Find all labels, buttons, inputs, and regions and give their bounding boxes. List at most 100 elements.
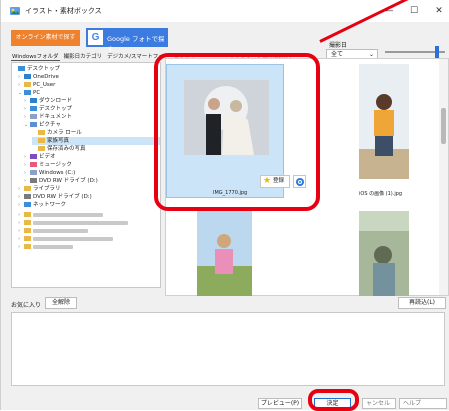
preview-button[interactable]: プレビュー(P) (258, 398, 302, 409)
window-title: イラスト・素材ボックス (25, 7, 102, 15)
tree-item[interactable]: 家族写真 (32, 137, 160, 145)
favorites-area[interactable] (11, 312, 445, 386)
folder-icon (30, 170, 37, 175)
folder-icon (38, 130, 45, 135)
folder-icon (24, 74, 31, 79)
shooting-date-label: 撮影日 (329, 42, 348, 49)
folder-icon (30, 114, 37, 119)
folder-icon (30, 98, 37, 103)
tree-item[interactable]: › Windows (C:) (24, 169, 160, 177)
tree-item-label: ドキュメント (39, 114, 73, 120)
help-button[interactable]: ヘルプ (399, 398, 447, 409)
thumbnail-caption: iOS の画像 (1).jpg (359, 191, 403, 197)
folder-icon (30, 154, 37, 159)
tree-item-label: 保存済みの写真 (47, 146, 86, 152)
thumbnail-child-grass[interactable] (359, 211, 409, 296)
folder-icon (30, 178, 37, 183)
cancel-button[interactable]: ャンセル (362, 398, 396, 409)
tree-item-label: OneDrive (33, 74, 59, 80)
folder-icon (30, 162, 37, 167)
redacted-label (33, 212, 103, 217)
tree-item[interactable]: デスクトップ (12, 65, 160, 73)
tree-item-label: デスクトップ (39, 106, 73, 112)
callout-highlight-thumbnail (154, 53, 320, 211)
folder-icon (24, 236, 31, 241)
redacted-label (33, 244, 73, 249)
tree-item-label: カメラ ロール (47, 130, 82, 136)
callout-highlight-confirm (308, 389, 359, 411)
folder-icon (24, 220, 31, 225)
google-photos-button[interactable]: G Google フォトで探す (86, 28, 168, 53)
tree-item-label: 家族写真 (47, 138, 70, 144)
tab-1[interactable]: 撮影日カテゴリ (63, 52, 104, 60)
maximize-button[interactable]: ☐ (406, 4, 422, 18)
folder-icon (24, 202, 31, 207)
clear-all-button[interactable]: 全解除 (45, 297, 77, 309)
tree-item[interactable]: › デスクトップ (24, 105, 160, 113)
slider-handle[interactable] (435, 46, 439, 58)
tree-item-label: ミュージック (39, 162, 72, 168)
tree-item[interactable]: 保存済みの写真 (32, 145, 160, 153)
tree-item[interactable]: › PC_User (18, 81, 160, 89)
redacted-label (33, 236, 113, 241)
google-photos-label: Google フォトで探す (107, 35, 165, 53)
tree-item[interactable]: › ライブラリ (18, 185, 160, 193)
folder-icon (24, 82, 31, 87)
tree-item-label: PC (33, 90, 41, 96)
tree-item[interactable]: カメラ ロール (32, 129, 160, 137)
tree-item-label: Windows (C:) (39, 170, 76, 176)
grid-scrollbar[interactable] (439, 59, 448, 295)
redacted-label (33, 228, 88, 233)
tree-item-label: ライブラリ (33, 186, 61, 192)
tree-item[interactable]: › ネットワーク (18, 201, 160, 209)
favorites-label: お気に入り (11, 302, 42, 309)
folder-icon (24, 186, 31, 191)
tree-item[interactable]: › OneDrive (18, 73, 160, 81)
shooting-date-value: 全て (331, 51, 344, 58)
folder-icon (24, 228, 31, 233)
folder-icon (24, 244, 31, 249)
google-logo-icon: G (88, 30, 103, 45)
thumbnail-girl-park[interactable] (197, 211, 252, 296)
tree-item-label: ピクチャ (39, 122, 61, 128)
app-icon (10, 7, 20, 15)
folder-icon (24, 212, 31, 217)
tree-item[interactable]: ⌄ PC (18, 89, 160, 97)
tree-item-redacted[interactable]: › (18, 243, 73, 251)
folder-icon (30, 122, 37, 127)
tab-0[interactable]: Windowsフォルダ (11, 52, 60, 61)
tree-item[interactable]: › DVD RW ドライブ (D:) (18, 193, 160, 201)
folder-icon (38, 138, 45, 143)
tree-item[interactable]: › ドキュメント (24, 113, 160, 121)
tree-item-label: ビデオ (39, 154, 56, 160)
tree-item-redacted[interactable]: › (18, 211, 103, 219)
tree-item-redacted[interactable]: › (18, 219, 128, 227)
online-search-button[interactable]: オンライン素材で探す (11, 30, 80, 46)
redacted-label (33, 220, 128, 225)
tree-item-redacted[interactable]: › (18, 235, 113, 243)
thumbnail-ios-image[interactable] (359, 64, 409, 179)
tree-item-label: ネットワーク (33, 202, 67, 208)
folder-icon (24, 90, 31, 95)
tree-item-label: DVD RW ドライブ (D:) (39, 178, 98, 184)
tree-item-label: DVD RW ドライブ (D:) (33, 194, 92, 200)
tree-item-label: ダウンロード (39, 98, 73, 104)
folder-icon (18, 66, 25, 71)
app-window: イラスト・素材ボックス — ☐ ✕ オンライン素材で探す G Google フォ… (0, 0, 449, 411)
tree-item-label: PC_User (33, 82, 56, 88)
tree-item[interactable]: › ミュージック (24, 161, 160, 169)
folder-tree[interactable]: デスクトップ › OneDrive › PC_User ⌄ PC › ダウンロード › デスクトップ… (11, 62, 161, 288)
folder-icon (24, 194, 31, 199)
grid-scrollbar-thumb[interactable] (441, 108, 446, 144)
tree-item[interactable]: › ビデオ (24, 153, 160, 161)
tree-item-label: デスクトップ (27, 66, 61, 72)
tree-item[interactable]: ⌄ ピクチャ (24, 121, 160, 129)
source-tabs: Windowsフォルダ 撮影日カテゴリ デジカメ/スマートフォ (11, 52, 168, 61)
tree-item-redacted[interactable]: › (18, 227, 88, 235)
tree-item[interactable]: › ダウンロード (24, 97, 160, 105)
reload-button[interactable]: 再読込(L) (398, 297, 446, 309)
folder-icon (30, 106, 37, 111)
close-button[interactable]: ✕ (431, 4, 447, 18)
folder-icon (38, 146, 45, 151)
tree-item[interactable]: › DVD RW ドライブ (D:) (24, 177, 160, 185)
